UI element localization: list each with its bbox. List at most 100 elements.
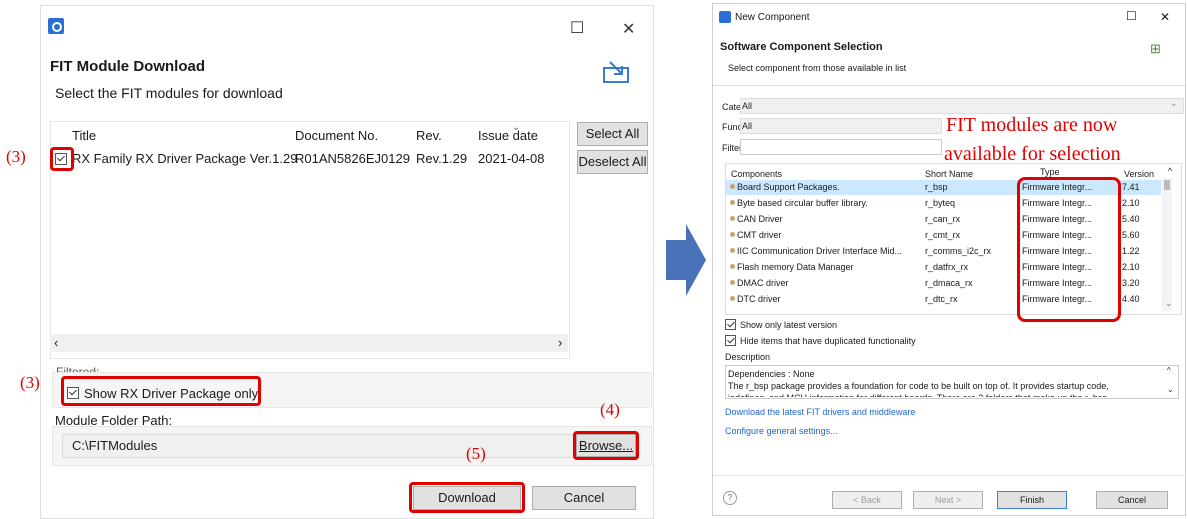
component-version: 4.40 [1122, 294, 1140, 304]
page-heading: Software Component Selection [720, 41, 883, 53]
footer-divider [713, 475, 1185, 476]
filter-input[interactable] [740, 139, 942, 155]
annotation-step4: (4) [600, 400, 620, 419]
annotation-step3-b: (3) [20, 373, 40, 392]
hide-duplicates-label: Hide items that have duplicated function… [740, 336, 916, 346]
dialog-subtitle: Select the FIT modules for download [55, 85, 283, 101]
page-subheading: Select component from those available in… [728, 63, 907, 73]
description-line1: Dependencies : None [728, 369, 815, 379]
category-select[interactable] [740, 98, 1184, 114]
component-name: Board Support Packages. [737, 182, 840, 192]
arrow-right-icon [666, 222, 708, 303]
function-value: All [742, 121, 753, 131]
window-title: New Component [735, 12, 810, 23]
app-logo-icon [48, 18, 64, 34]
col-title[interactable]: Title [72, 128, 96, 143]
col-rev[interactable]: Rev. [416, 128, 442, 143]
component-bullet-icon [730, 200, 735, 205]
annotation-download [409, 482, 525, 513]
next-button[interactable]: Next > [913, 491, 983, 509]
select-all-button[interactable]: Select All [577, 122, 648, 146]
finish-button[interactable]: Finish [997, 491, 1067, 509]
col-document-no[interactable]: Document No. [295, 128, 378, 143]
hide-duplicates-checkbox[interactable] [725, 335, 736, 346]
component-bullet-icon [730, 264, 735, 269]
cancel-button[interactable]: Cancel [1096, 491, 1168, 509]
annotation-note-line2: available for selection [944, 143, 1121, 165]
component-name: IIC Communication Driver Interface Mid..… [737, 246, 903, 256]
annotation-type-column [1017, 177, 1121, 322]
component-bullet-icon [730, 296, 735, 301]
annotation-row-checkbox [50, 147, 74, 171]
col-issue-date[interactable]: Issue date [478, 128, 538, 143]
app-logo-icon [719, 11, 731, 23]
description-scroll-up-icon[interactable]: ^ [1167, 366, 1171, 375]
filter-label: Filter [722, 143, 742, 153]
col-short-name[interactable]: Short Name [925, 169, 973, 179]
back-button[interactable]: < Back [832, 491, 902, 509]
description-scroll-down-icon[interactable]: ⌄ [1167, 385, 1174, 394]
component-name: CAN Driver [737, 214, 783, 224]
help-icon[interactable]: ? [723, 491, 737, 505]
annotation-show-rx-only [61, 376, 261, 406]
cancel-button[interactable]: Cancel [532, 486, 636, 510]
component-version: 1.22 [1122, 246, 1140, 256]
show-latest-checkbox[interactable] [725, 319, 736, 330]
download-banner-icon [602, 56, 632, 91]
component-version: 2.10 [1122, 198, 1140, 208]
component-name: DMAC driver [737, 278, 789, 288]
row-document-no: R01AN5826EJ0129 [295, 151, 410, 166]
component-short-name: r_byteq [925, 198, 956, 208]
description-line2: The r_bsp package provides a foundation … [728, 381, 1109, 391]
component-bullet-icon [730, 280, 735, 285]
col-components[interactable]: Components [731, 169, 782, 179]
row-issue-date: 2021-04-08 [478, 151, 545, 166]
col-version[interactable]: Version [1124, 169, 1154, 179]
component-version: 7.41 [1122, 182, 1140, 192]
row-rev: Rev.1.29 [416, 151, 468, 166]
dialog-title: FIT Module Download [50, 58, 205, 75]
component-short-name: r_cmt_rx [925, 230, 961, 240]
component-bullet-icon [730, 248, 735, 253]
horizontal-scrollbar[interactable] [50, 334, 568, 352]
category-chevron-icon: ⌄ [1170, 98, 1178, 108]
component-bullet-icon [730, 232, 735, 237]
close-button[interactable]: ✕ [622, 19, 635, 39]
component-bullet-icon [730, 216, 735, 221]
annotation-browse [573, 431, 639, 460]
top-divider [713, 85, 1185, 86]
component-short-name: r_can_rx [925, 214, 961, 224]
component-version: 5.60 [1122, 230, 1140, 240]
component-short-name: r_bsp [925, 182, 948, 192]
annotation-note-line1: FIT modules are now [946, 114, 1118, 136]
function-select[interactable] [740, 118, 942, 134]
component-version: 3.20 [1122, 278, 1140, 288]
configure-settings-link[interactable]: Configure general settings... [725, 426, 838, 436]
close-button[interactable]: ✕ [1160, 10, 1170, 24]
module-folder-value: C:\FITModules [72, 438, 158, 453]
component-bullet-icon [730, 184, 735, 189]
scroll-down-icon[interactable]: ⌄ [1165, 298, 1173, 309]
show-latest-label: Show only latest version [740, 320, 838, 330]
component-version: 5.40 [1122, 214, 1140, 224]
col-type[interactable]: Type [1040, 167, 1060, 177]
component-short-name: r_comms_i2c_rx [925, 246, 992, 256]
component-short-name: r_dmaca_rx [925, 278, 973, 288]
scrollbar-thumb[interactable] [1164, 180, 1170, 190]
deselect-all-button[interactable]: Deselect All [577, 150, 648, 174]
row-title: RX Family RX Driver Package Ver.1.29 [72, 151, 298, 166]
description-line3: iodefines, and MCU information for diffe… [728, 393, 1107, 397]
scroll-right-icon[interactable]: › [558, 335, 562, 350]
maximize-button[interactable]: ☐ [1126, 9, 1137, 23]
component-name: CMT driver [737, 230, 782, 240]
table-scrollbar[interactable] [1162, 178, 1172, 311]
download-fit-link[interactable]: Download the latest FIT drivers and midd… [725, 407, 915, 417]
sort-up-icon: ^ [1168, 166, 1173, 176]
annotation-step3-a: (3) [6, 147, 26, 166]
component-name: DTC driver [737, 294, 781, 304]
component-name: Byte based circular buffer library. [737, 198, 868, 208]
maximize-button[interactable]: ☐ [570, 18, 584, 38]
component-grid-icon: ⊞ [1150, 41, 1161, 56]
component-short-name: r_dtc_rx [925, 294, 958, 304]
scroll-left-icon[interactable]: ‹ [54, 335, 58, 350]
